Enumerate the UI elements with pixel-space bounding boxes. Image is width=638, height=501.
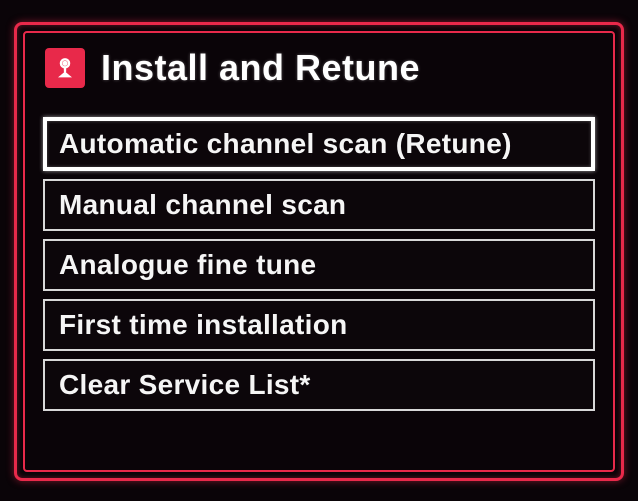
satellite-dish-icon — [45, 48, 85, 88]
menu-item-auto-scan[interactable]: Automatic channel scan (Retune) — [43, 117, 595, 171]
menu-item-clear-service-list[interactable]: Clear Service List* — [43, 359, 595, 411]
menu-item-manual-scan[interactable]: Manual channel scan — [43, 179, 595, 231]
page-title: Install and Retune — [101, 47, 420, 89]
menu-header: Install and Retune — [43, 47, 595, 89]
menu-item-label: Automatic channel scan (Retune) — [59, 128, 512, 159]
menu-inner-frame: Install and Retune Automatic channel sca… — [23, 31, 615, 472]
menu-item-label: Analogue fine tune — [59, 249, 316, 280]
menu-item-label: First time installation — [59, 309, 348, 340]
menu-list: Automatic channel scan (Retune) Manual c… — [43, 117, 595, 411]
menu-item-analogue-tune[interactable]: Analogue fine tune — [43, 239, 595, 291]
menu-outer-frame: Install and Retune Automatic channel sca… — [14, 22, 624, 481]
menu-item-label: Clear Service List* — [59, 369, 311, 400]
menu-item-label: Manual channel scan — [59, 189, 346, 220]
menu-item-first-time-install[interactable]: First time installation — [43, 299, 595, 351]
